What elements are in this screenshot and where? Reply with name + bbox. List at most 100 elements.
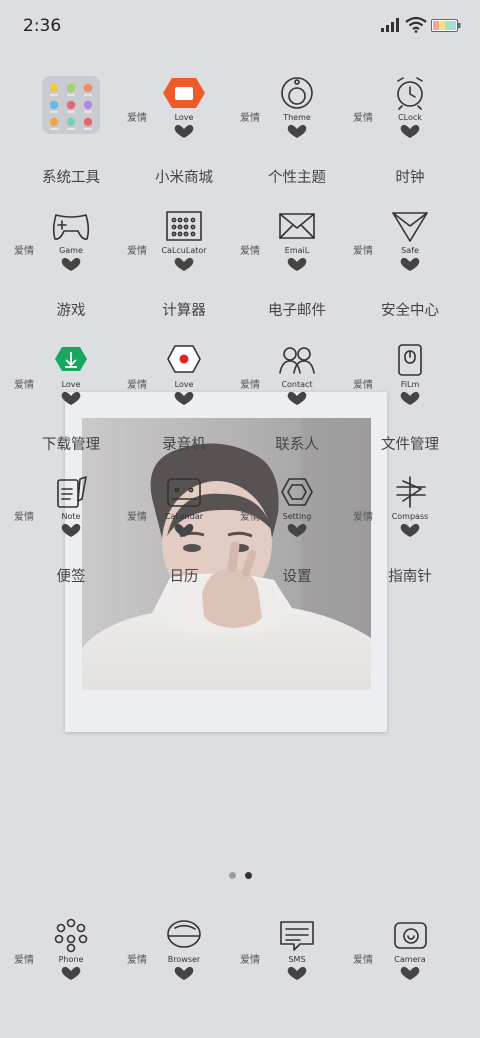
- love-deco-text: 爱情: [14, 953, 34, 966]
- sms-icon: 爱情 SMS: [240, 918, 326, 1002]
- app-icon-system-tools[interactable]: 系统工具: [11, 76, 131, 196]
- status-time: 2:36: [23, 16, 62, 36]
- icon-tag: Note: [62, 512, 81, 521]
- status-bar: 2:36: [0, 0, 480, 52]
- icon-tag: SMS: [288, 955, 305, 964]
- love-deco-text: 爱情: [127, 111, 147, 124]
- love-deco-text: 爱情: [240, 953, 260, 966]
- love-deco-text: 爱情: [240, 378, 260, 391]
- love-deco-text: 爱情: [353, 953, 373, 966]
- icon-tag: FiLm: [401, 380, 420, 389]
- icon-tag: EmaiL: [285, 246, 310, 255]
- contacts-icon: 爱情 Contact: [240, 343, 326, 427]
- app-label: 小米商城: [155, 170, 213, 186]
- app-label: 电子邮件: [268, 303, 326, 319]
- page-indicator[interactable]: [226, 872, 256, 880]
- icon-tag: Browser: [168, 955, 201, 964]
- envelope-icon: 爱情 EmaiL: [240, 209, 326, 293]
- icon-tag: Compass: [392, 512, 429, 521]
- app-icon-email[interactable]: 爱情 EmaiL 电子邮件: [237, 209, 357, 329]
- app-label: 计算器: [162, 303, 206, 319]
- app-label: 系统工具: [42, 170, 100, 186]
- mi-store-icon: 爱情 Love: [127, 76, 213, 160]
- camera-icon: 爱情 Camera: [353, 918, 439, 1002]
- folder-icon: [42, 76, 100, 160]
- icon-tag: Setting: [283, 512, 312, 521]
- app-icon-security[interactable]: 爱情 Safe 安全中心: [350, 209, 470, 329]
- app-label: 日历: [169, 569, 199, 585]
- icon-tag: Theme: [282, 113, 311, 122]
- app-label: 下载管理: [42, 437, 100, 453]
- love-deco-text: 爱情: [127, 510, 147, 523]
- gear-icon: 爱情 Setting: [240, 475, 326, 559]
- icon-tag: Safe: [401, 246, 419, 255]
- app-icon-recorder[interactable]: 爱情 Love 录音机: [124, 343, 244, 463]
- love-deco-text: 爱情: [240, 510, 260, 523]
- battery-icon: [431, 19, 461, 32]
- love-deco-text: 爱情: [353, 111, 373, 124]
- app-icon-file-manager[interactable]: 爱情 FiLm 文件管理: [350, 343, 470, 463]
- app-label: 指南针: [388, 569, 432, 585]
- dock-icon-camera[interactable]: 爱情 Camera: [350, 918, 470, 1038]
- app-icon-settings[interactable]: 爱情 Setting 设置: [237, 475, 357, 595]
- icon-tag: Love: [175, 113, 194, 122]
- app-icon-calendar[interactable]: 爱情 CaLendar 日历: [124, 475, 244, 595]
- calendar-icon: 爱情 CaLendar: [127, 475, 213, 559]
- app-label: 时钟: [395, 170, 425, 186]
- app-label: 安全中心: [381, 303, 439, 319]
- dock-icon-browser[interactable]: 爱情 Browser: [124, 918, 244, 1038]
- icon-tag: CLock: [398, 113, 422, 122]
- app-label: 游戏: [56, 303, 86, 319]
- shield-icon: 爱情 Safe: [353, 209, 439, 293]
- app-icon-mi-store[interactable]: 爱情 Love 小米商城: [124, 76, 244, 196]
- signal-icon: [381, 18, 399, 32]
- app-icon-compass[interactable]: 爱情 Compass 指南针: [350, 475, 470, 595]
- download-icon: 爱情 Love: [14, 343, 100, 427]
- dock-icon-phone[interactable]: 爱情 Phone: [11, 918, 131, 1038]
- love-deco-text: 爱情: [353, 378, 373, 391]
- love-deco-text: 爱情: [353, 510, 373, 523]
- note-icon: 爱情 Note: [14, 475, 100, 559]
- app-icon-calculator[interactable]: 爱情 CaLcuLator 计算器: [124, 209, 244, 329]
- app-label: 设置: [282, 569, 312, 585]
- love-deco-text: 爱情: [127, 378, 147, 391]
- icon-tag: Love: [62, 380, 81, 389]
- app-icon-game[interactable]: 爱情 Game 游戏: [11, 209, 131, 329]
- love-deco-text: 爱情: [14, 510, 34, 523]
- icon-tag: CaLcuLator: [161, 246, 207, 255]
- icon-tag: Game: [59, 246, 83, 255]
- icon-tag: Camera: [394, 955, 425, 964]
- icon-tag: CaLendar: [165, 512, 204, 521]
- phone-icon: 爱情 Phone: [14, 918, 100, 1002]
- page-dot-1[interactable]: [229, 872, 236, 879]
- page-dot-2[interactable]: [245, 872, 252, 879]
- love-deco-text: 爱情: [127, 244, 147, 257]
- app-label: 文件管理: [381, 437, 439, 453]
- app-label: 便签: [56, 569, 86, 585]
- file-manager-icon: 爱情 FiLm: [353, 343, 439, 427]
- app-icon-theme[interactable]: 爱情 Theme 个性主题: [237, 76, 357, 196]
- love-deco-text: 爱情: [240, 111, 260, 124]
- record-icon: 爱情 Love: [127, 343, 213, 427]
- app-label: 联系人: [275, 437, 319, 453]
- app-icon-downloads[interactable]: 爱情 Love 下载管理: [11, 343, 131, 463]
- love-deco-text: 爱情: [14, 244, 34, 257]
- alarm-clock-icon: 爱情 CLock: [353, 76, 439, 160]
- browser-icon: 爱情 Browser: [127, 918, 213, 1002]
- wifi-icon: [405, 16, 427, 33]
- app-icon-notes[interactable]: 爱情 Note 便签: [11, 475, 131, 595]
- app-icon-contacts[interactable]: 爱情 Contact 联系人: [237, 343, 357, 463]
- compass-icon: 爱情 Compass: [353, 475, 439, 559]
- love-deco-text: 爱情: [14, 378, 34, 391]
- icon-tag: Phone: [59, 955, 84, 964]
- app-label: 个性主题: [268, 170, 326, 186]
- love-deco-text: 爱情: [240, 244, 260, 257]
- app-icon-clock[interactable]: 爱情 CLock 时钟: [350, 76, 470, 196]
- theme-icon: 爱情 Theme: [240, 76, 326, 160]
- love-deco-text: 爱情: [127, 953, 147, 966]
- love-deco-text: 爱情: [353, 244, 373, 257]
- icon-tag: Contact: [281, 380, 312, 389]
- dock-icon-sms[interactable]: 爱情 SMS: [237, 918, 357, 1038]
- gamepad-icon: 爱情 Game: [14, 209, 100, 293]
- icon-tag: Love: [175, 380, 194, 389]
